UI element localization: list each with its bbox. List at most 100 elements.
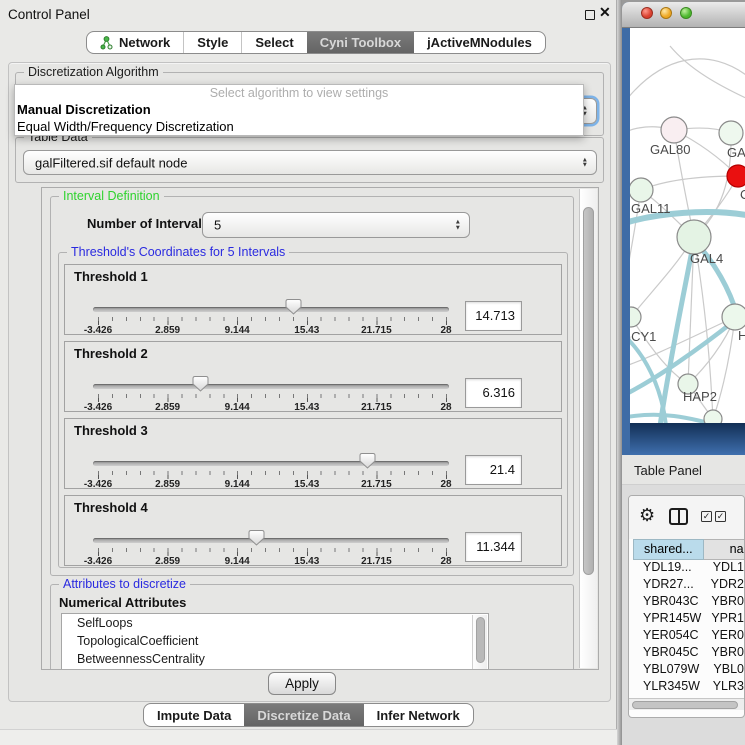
network-node-gcy1[interactable] xyxy=(630,307,641,327)
slider-thumb[interactable] xyxy=(285,298,302,315)
tab-jactivemnodules[interactable]: jActiveMNodules xyxy=(414,32,545,53)
settings-scrollbar-thumb[interactable] xyxy=(583,207,594,575)
top-tabbar: Network Style Select Cyni Toolbox jActiv… xyxy=(86,31,546,54)
minimize-traffic-light[interactable] xyxy=(660,7,672,19)
tick-label: 28 xyxy=(440,402,451,413)
screen: Control Panel ✕ Network Style Select xyxy=(0,0,745,745)
checkbox-checked-icon[interactable]: ✓ xyxy=(701,511,712,522)
split-pane-icon[interactable] xyxy=(669,508,688,525)
tab-select[interactable]: Select xyxy=(241,32,306,53)
list-scrollbar[interactable] xyxy=(472,615,487,670)
zoom-traffic-light[interactable] xyxy=(680,7,692,19)
cyni-toolbox-panel: Discretization Algorithm ▲▼ Select algor… xyxy=(8,62,611,702)
network-node-label: HAP2 xyxy=(683,389,717,404)
apply-button[interactable]: Apply xyxy=(268,672,336,695)
close-traffic-light[interactable] xyxy=(641,7,653,19)
list-scrollbar-thumb[interactable] xyxy=(476,617,485,663)
number-of-intervals-combobox[interactable]: 5 ▲▼ xyxy=(202,212,470,238)
threshold-3-value-field[interactable]: 21.4 xyxy=(465,455,522,485)
network-canvas[interactable]: GAL80GACGAL11GAL4GCY1HHAP2 xyxy=(630,28,745,423)
tick-label: 21.715 xyxy=(361,556,392,567)
slider-track[interactable] xyxy=(93,307,449,312)
tab-label: Network xyxy=(119,32,170,53)
table-panel-header: Table Panel xyxy=(622,455,745,485)
tab-discretize-data[interactable]: Discretize Data xyxy=(244,704,363,726)
tick-label: 28 xyxy=(440,325,451,336)
slider-track[interactable] xyxy=(93,461,449,466)
table-row[interactable]: YDL19... YDL1 xyxy=(629,560,744,577)
network-node-label: C xyxy=(740,187,745,202)
tab-cyni-toolbox[interactable]: Cyni Toolbox xyxy=(307,32,414,53)
network-node-c[interactable] xyxy=(727,165,745,187)
gear-icon[interactable]: ⚙ xyxy=(639,505,655,526)
table-data-combobox[interactable]: galFiltered.sif default node ▲▼ xyxy=(23,150,597,175)
minor-ticks xyxy=(98,317,448,321)
table-row[interactable]: YLR345W YLR3 xyxy=(629,679,744,696)
column-header-shared-name[interactable]: shared... xyxy=(633,539,704,560)
tick-label: 15.43 xyxy=(294,402,319,413)
slider-thumb[interactable] xyxy=(359,452,376,469)
slider-thumb[interactable] xyxy=(248,529,265,546)
table-row[interactable]: YBR045C YBR0 xyxy=(629,645,744,662)
numerical-attributes-label: Numerical Attributes xyxy=(59,595,186,610)
tick-labels: -3.4262.8599.14415.4321.71528 xyxy=(98,556,446,568)
dropdown-option-manual-discretization[interactable]: Manual Discretization xyxy=(15,102,583,119)
network-node-label: GA xyxy=(727,145,745,160)
tick-label: 15.43 xyxy=(294,479,319,490)
close-icon[interactable]: ✕ xyxy=(599,4,611,21)
minor-ticks xyxy=(98,394,448,398)
slider-track[interactable] xyxy=(93,538,449,543)
table-row[interactable]: YPR145W YPR1 xyxy=(629,611,744,628)
threshold-1-panel: Threshold 1 -3.4262.8599.14415.4321.7152… xyxy=(64,264,562,335)
tick-label: -3.426 xyxy=(84,325,112,336)
threshold-4-value-field[interactable]: 11.344 xyxy=(465,532,522,562)
tab-style[interactable]: Style xyxy=(183,32,241,53)
table-rows: YDL19... YDL1 YDR27... YDR2 YBR043C YBR0… xyxy=(629,560,744,701)
attribute-list-item[interactable]: BetweennessCentrality xyxy=(62,650,488,668)
table-row[interactable]: YBL079W YBL0 xyxy=(629,662,744,679)
slider-track[interactable] xyxy=(93,384,449,389)
network-node-h[interactable] xyxy=(722,304,745,330)
dropdown-option-equal-width-frequency[interactable]: Equal Width/Frequency Discretization xyxy=(15,119,583,136)
table-data-group: Table Data galFiltered.sif default node … xyxy=(15,137,604,183)
table-horizontal-scrollbar[interactable] xyxy=(629,698,744,710)
tick-label: 9.144 xyxy=(225,479,250,490)
threshold-1-value-field[interactable]: 14.713 xyxy=(465,301,522,331)
tick-labels: -3.4262.8599.14415.4321.71528 xyxy=(98,479,446,491)
tab-impute-data[interactable]: Impute Data xyxy=(144,704,244,726)
checkbox-checked-icon[interactable]: ✓ xyxy=(715,511,726,522)
table-row[interactable]: YDR27... YDR2 xyxy=(629,577,744,594)
network-node-label: H xyxy=(738,328,745,343)
stepper-icon: ▲▼ xyxy=(455,220,461,231)
table-toolbar: ⚙ ✓ ✓ xyxy=(629,496,744,539)
network-node-gal4[interactable] xyxy=(677,220,711,254)
group-title: Interval Definition xyxy=(59,189,164,203)
group-title: Discretization Algorithm xyxy=(24,65,163,79)
table-horizontal-scrollbar-thumb[interactable] xyxy=(632,701,738,709)
number-of-intervals-label: Number of Intervals xyxy=(87,216,209,231)
column-header-name[interactable]: na xyxy=(704,539,745,560)
slider-thumb[interactable] xyxy=(192,375,209,392)
tab-network[interactable]: Network xyxy=(87,32,183,53)
tick-label: 21.715 xyxy=(361,402,392,413)
network-node-label: GCY1 xyxy=(630,329,656,344)
threshold-2-panel: Threshold 2 -3.4262.8599.14415.4321.7152… xyxy=(64,341,562,412)
tick-labels: -3.4262.8599.14415.4321.71528 xyxy=(98,402,446,414)
settings-scrollbar[interactable] xyxy=(579,189,597,668)
table-row[interactable]: YER054C YER0 xyxy=(629,628,744,645)
network-window-titlebar[interactable] xyxy=(622,2,745,28)
minor-ticks xyxy=(98,548,448,552)
attribute-list-item[interactable]: TopologicalCoefficient xyxy=(62,632,488,650)
network-node-ga[interactable] xyxy=(719,121,743,145)
network-node-gal80[interactable] xyxy=(661,117,687,143)
tab-infer-network[interactable]: Infer Network xyxy=(364,704,473,726)
table-row[interactable]: YBR043C YBR0 xyxy=(629,594,744,611)
network-node[interactable] xyxy=(704,410,722,423)
attribute-list-item[interactable]: SelfLoops xyxy=(62,614,488,632)
undock-icon[interactable] xyxy=(585,10,595,20)
network-node-gal11[interactable] xyxy=(630,178,653,202)
numerical-attributes-list: SelfLoopsTopologicalCoefficientBetweenne… xyxy=(61,613,489,670)
tick-label: 15.43 xyxy=(294,325,319,336)
threshold-2-value-field[interactable]: 6.316 xyxy=(465,378,522,408)
group-title: Threshold's Coordinates for 5 Intervals xyxy=(67,245,289,259)
